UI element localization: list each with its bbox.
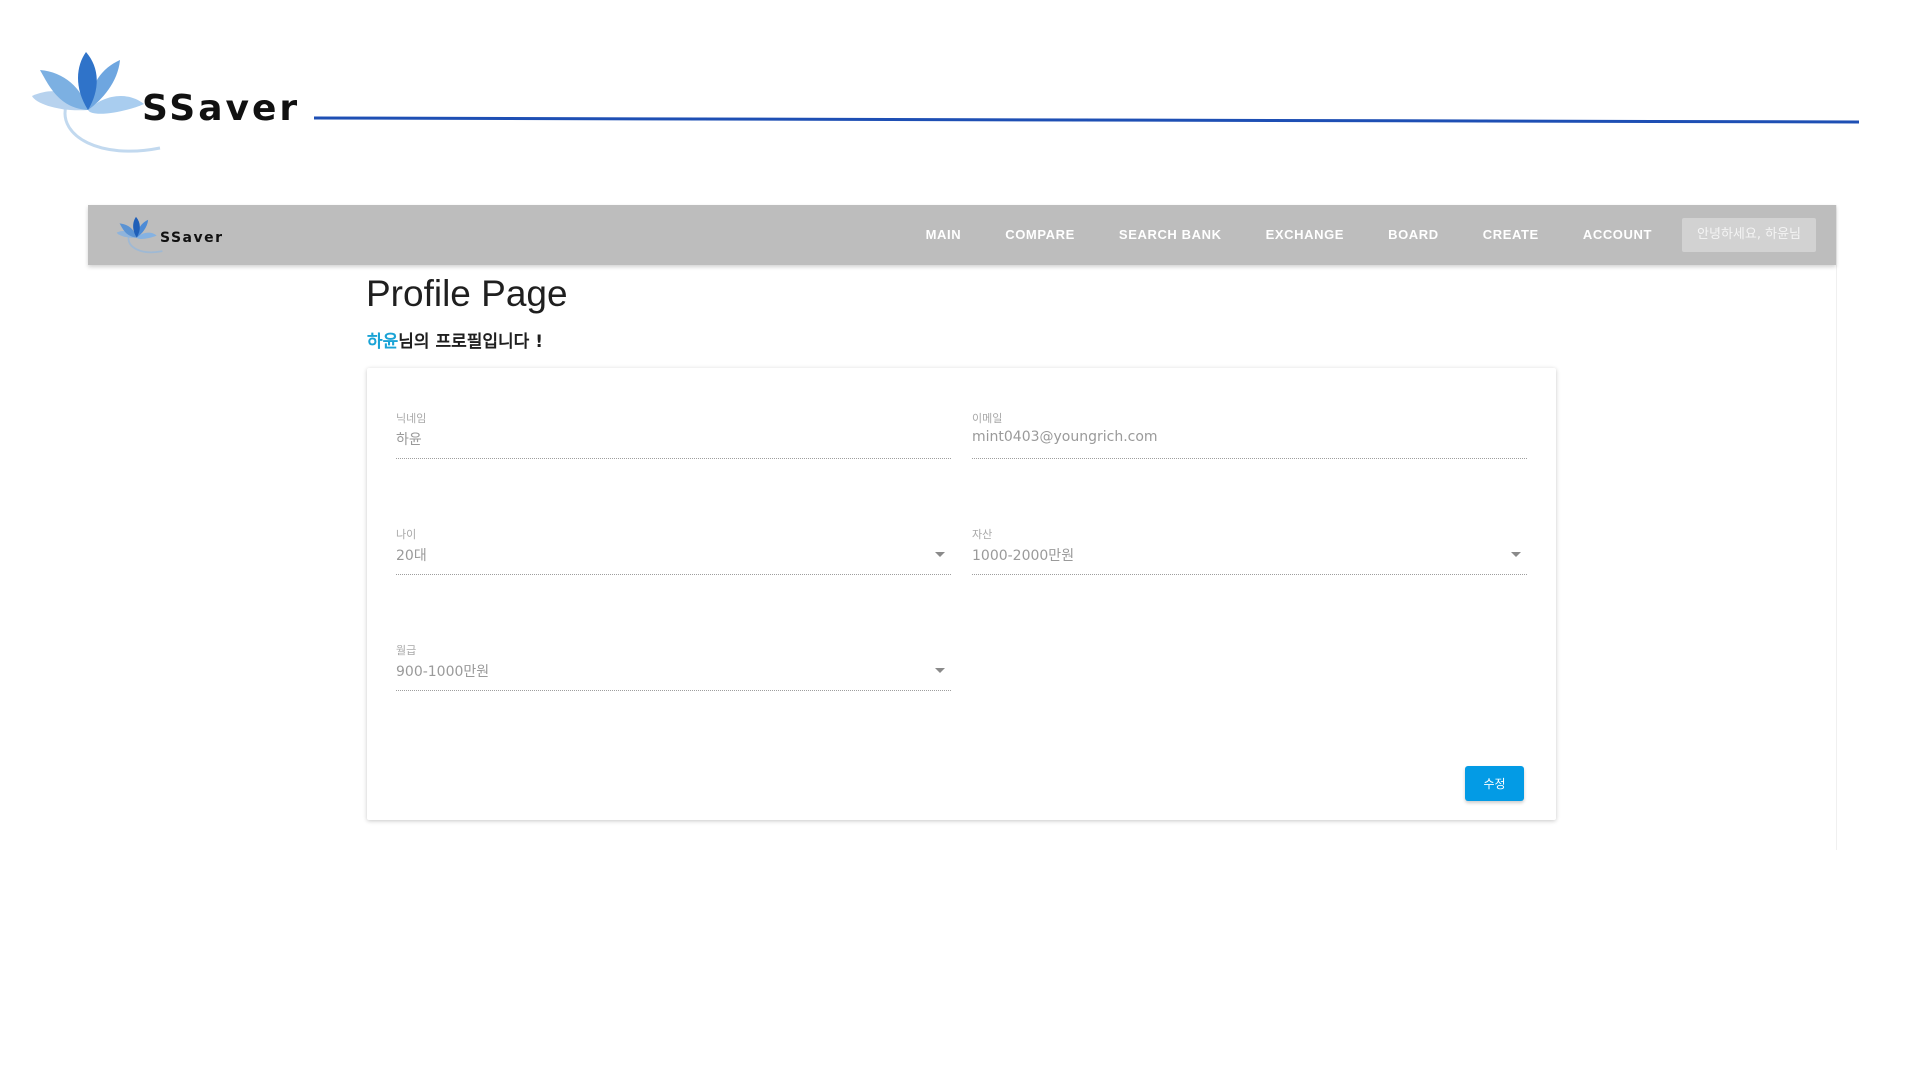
age-select[interactable]: 나이 20대 [396,526,951,575]
app-window: SSaver MAIN COMPARE SEARCH BANK EXCHANGE… [88,205,1837,850]
dropdown-arrow-icon [935,668,945,673]
nav-logo[interactable]: SSaver [116,213,226,259]
nav-main[interactable]: MAIN [904,217,984,253]
email-label: 이메일 [972,412,1003,425]
nav-links: MAIN COMPARE SEARCH BANK EXCHANGE BOARD … [904,217,1816,253]
subtitle-text: 님의 프로필입니다 ! [398,332,543,352]
logo-text: SSaver [142,88,301,129]
nav-exchange[interactable]: EXCHANGE [1244,217,1366,253]
user-name: 하윤 [367,332,399,352]
dropdown-arrow-icon [935,552,945,557]
edit-button[interactable]: 수정 [1465,766,1524,801]
page-title: Profile Page [366,273,568,314]
user-greeting-button[interactable]: 안녕하세요, 하윤님 [1682,218,1816,252]
nickname-field[interactable]: 닉네임 하윤 [396,410,951,459]
email-value: mint0403@youngrich.com [972,429,1158,445]
navbar: SSaver MAIN COMPARE SEARCH BANK EXCHANGE… [88,205,1836,265]
age-value: 20대 [396,548,427,564]
nav-board[interactable]: BOARD [1366,217,1461,253]
page-subtitle: 하윤님의 프로필입니다 ! [367,327,543,352]
nav-create[interactable]: CREATE [1461,217,1561,253]
asset-select[interactable]: 자산 1000-2000만원 [972,526,1527,575]
nav-compare[interactable]: COMPARE [983,217,1097,253]
asset-value: 1000-2000만원 [972,548,1075,564]
salary-value: 900-1000만원 [396,664,490,680]
salary-label: 월급 [396,644,417,657]
dropdown-arrow-icon [1511,552,1521,557]
nickname-value: 하윤 [396,432,422,448]
salary-select[interactable]: 월급 900-1000만원 [396,642,951,691]
email-field[interactable]: 이메일 mint0403@youngrich.com [972,410,1527,459]
lotus-icon [116,216,163,254]
profile-card: 닉네임 하윤 이메일 mint0403@youngrich.com 나이 20대… [367,368,1556,820]
nickname-label: 닉네임 [396,412,427,425]
nav-account[interactable]: ACCOUNT [1561,217,1674,253]
ssaver-logo: SSaver [30,48,297,163]
nav-search-bank[interactable]: SEARCH BANK [1097,217,1244,253]
nav-logo-text: SSaver [160,230,224,246]
age-label: 나이 [396,528,417,541]
asset-label: 자산 [972,528,993,541]
divider-line [314,116,1859,124]
